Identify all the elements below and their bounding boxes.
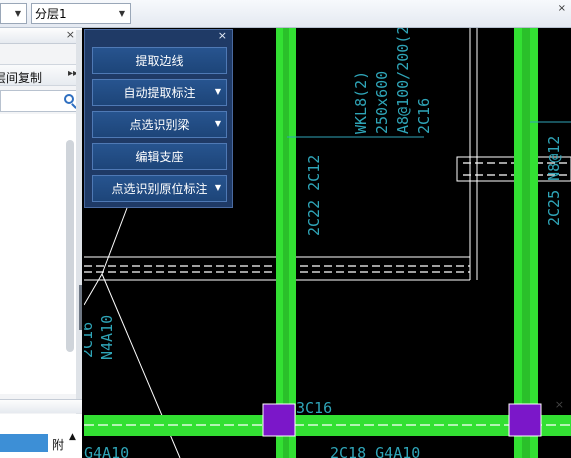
dropdown-arrow-icon[interactable]: ▼ bbox=[215, 119, 221, 128]
copy-toolbar: 层间复制 ▸▸ bbox=[0, 64, 82, 86]
dropdown-arrow-icon[interactable]: ▼ bbox=[215, 183, 221, 192]
panel-splitter[interactable] bbox=[76, 30, 82, 458]
edit-support-button[interactable]: 编辑支座 bbox=[92, 143, 227, 170]
splitter-grip[interactable] bbox=[79, 285, 82, 330]
leader-line bbox=[84, 273, 103, 306]
beam-size-label: 250x600 bbox=[373, 71, 391, 134]
scroll-up-icon[interactable]: ▲ bbox=[69, 432, 76, 442]
scrollbar[interactable] bbox=[66, 140, 74, 352]
pick-identify-in-situ-annotation-button[interactable]: 点选识别原位标注 ▼ bbox=[92, 175, 227, 202]
button-label: 编辑支座 bbox=[135, 150, 184, 164]
top-toolbar: ▼ 分层1 ▼ × bbox=[0, 0, 571, 28]
side-bar-label: 2C22 2C12 bbox=[305, 155, 323, 236]
floor-combo[interactable]: ▼ bbox=[0, 3, 27, 24]
selected-cell[interactable] bbox=[0, 434, 48, 452]
pick-identify-beam-button[interactable]: 点选识别梁 ▼ bbox=[92, 111, 227, 138]
button-label: 点选识别梁 bbox=[129, 118, 190, 132]
chevron-down-icon: ▼ bbox=[14, 9, 22, 18]
button-label: 点选识别原位标注 bbox=[111, 182, 208, 196]
top-bar-label: 2C16 bbox=[415, 98, 433, 134]
auto-extract-annotation-button[interactable]: 自动提取标注 ▼ bbox=[92, 79, 227, 106]
bottom-bar-label: 2C18 G4A10 bbox=[330, 444, 420, 458]
column[interactable] bbox=[508, 403, 542, 437]
stirrup-label: A8@100/200(2) bbox=[394, 28, 412, 134]
button-label: 提取边线 bbox=[135, 54, 184, 68]
beam-core bbox=[522, 28, 530, 458]
beam-recognition-panel: × 提取边线 自动提取标注 ▼ 点选识别梁 ▼ 编辑支座 点选识别原位标注 ▼ bbox=[84, 29, 233, 208]
side-bar-label: 2C25 N8@12 bbox=[545, 136, 563, 226]
left-bar-label: N4A10 bbox=[98, 315, 116, 360]
extract-edge-button[interactable]: 提取边线 bbox=[92, 47, 227, 74]
search-icon[interactable] bbox=[64, 94, 74, 104]
layer-combo[interactable]: 分层1 ▼ bbox=[31, 3, 131, 24]
close-icon[interactable]: × bbox=[66, 28, 75, 41]
close-icon[interactable]: × bbox=[558, 3, 566, 14]
beam-name-label: WKL8(2) bbox=[352, 71, 370, 134]
floor-copy-button[interactable]: 层间复制 bbox=[0, 69, 42, 86]
node-bar-label: 3C16 bbox=[296, 399, 332, 417]
layer-combo-value: 分层1 bbox=[35, 7, 67, 21]
leader-line bbox=[101, 207, 128, 275]
property-panel-header bbox=[0, 399, 82, 413]
chevron-down-icon: ▼ bbox=[118, 9, 126, 18]
component-tree[interactable] bbox=[0, 114, 76, 394]
column[interactable] bbox=[262, 403, 296, 437]
left-panel: × 层间复制 ▸▸ bbox=[0, 28, 82, 458]
beam-core bbox=[283, 28, 289, 458]
search-input[interactable] bbox=[0, 90, 80, 112]
button-label: 自动提取标注 bbox=[123, 86, 196, 100]
left-bar-label: 2C16 bbox=[84, 322, 96, 358]
bottom-bar-label: G4A10 bbox=[84, 444, 129, 458]
close-icon[interactable]: × bbox=[218, 29, 227, 42]
dropdown-arrow-icon[interactable]: ▼ bbox=[215, 87, 221, 96]
column-header: 附 bbox=[52, 438, 65, 452]
